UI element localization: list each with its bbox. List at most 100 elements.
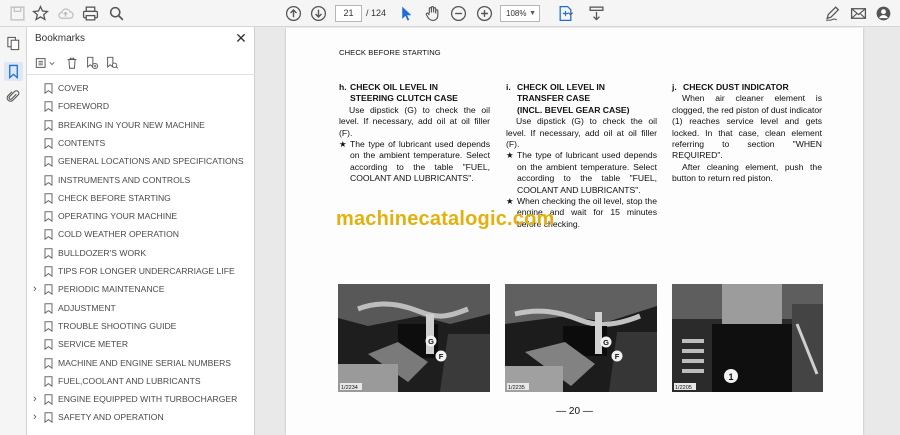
bookmark-flag-icon bbox=[44, 412, 53, 424]
chevron-right-icon[interactable]: › bbox=[33, 394, 41, 405]
delete-bookmark-button[interactable] bbox=[65, 55, 79, 71]
section-subtitle: TRANSFER CASE bbox=[517, 93, 591, 104]
cloud-upload-icon[interactable] bbox=[55, 3, 76, 24]
bookmark-item[interactable]: FUEL,COOLANT AND LUBRICANTS bbox=[27, 372, 255, 390]
scroll-mode-icon[interactable] bbox=[586, 3, 607, 24]
edit-sign-icon[interactable] bbox=[822, 3, 843, 24]
chevron-down-icon bbox=[49, 61, 55, 66]
chevron-down-icon[interactable] bbox=[566, 3, 574, 24]
bookmark-label: SERVICE METER bbox=[58, 339, 129, 350]
bookmark-item[interactable]: MACHINE AND ENGINE SERIAL NUMBERS bbox=[27, 354, 255, 372]
watermark-text: machinecatalogic.com bbox=[336, 208, 555, 230]
bookmark-item[interactable]: TROUBLE SHOOTING GUIDE bbox=[27, 317, 255, 335]
search-icon[interactable] bbox=[106, 3, 127, 24]
page-number-input[interactable]: 21 bbox=[335, 5, 362, 22]
bookmark-item[interactable]: › ENGINE EQUIPPED WITH TURBOCHARGER bbox=[27, 390, 255, 408]
bookmark-item[interactable]: SERVICE METER bbox=[27, 335, 255, 353]
bookmark-flag-icon bbox=[44, 357, 53, 369]
zoom-level-select[interactable]: 108% ▼ bbox=[500, 5, 540, 22]
bookmark-item[interactable]: GENERAL LOCATIONS AND SPECIFICATIONS bbox=[27, 152, 255, 170]
zoom-out-icon[interactable] bbox=[448, 3, 469, 24]
mail-icon[interactable] bbox=[848, 3, 869, 24]
page-total: / 124 bbox=[366, 8, 387, 18]
note-text: The type of lubricant used depends on th… bbox=[517, 150, 657, 195]
bookmark-label: INSTRUMENTS AND CONTROLS bbox=[58, 174, 191, 185]
bookmark-item[interactable]: BULLDOZER'S WORK bbox=[27, 244, 255, 262]
chevron-right-icon[interactable]: › bbox=[33, 412, 41, 423]
bookmark-item[interactable]: BREAKING IN YOUR NEW MACHINE bbox=[27, 116, 255, 134]
bookmark-item[interactable]: CHECK BEFORE STARTING bbox=[27, 189, 255, 207]
bookmark-flag-icon bbox=[44, 229, 53, 241]
bookmark-flag-icon bbox=[44, 302, 53, 314]
print-icon[interactable] bbox=[80, 3, 101, 24]
account-icon[interactable] bbox=[873, 3, 894, 24]
chevron-right-icon[interactable]: › bbox=[33, 284, 41, 295]
chevron-down-icon: ▼ bbox=[529, 10, 536, 17]
bookmark-flag-icon bbox=[44, 193, 53, 204]
pdf-page: CHECK BEFORE STARTING h. CHECK OIL LEVEL … bbox=[286, 28, 863, 435]
bookmark-item[interactable]: FOREWORD bbox=[27, 97, 255, 115]
bookmark-label: TIPS FOR LONGER UNDERCARRIAGE LIFE bbox=[58, 266, 235, 276]
callout-label: F bbox=[439, 352, 444, 361]
photo-steering-clutch-case: G F 1/2234 bbox=[338, 284, 490, 392]
bookmark-label: FUEL,COOLANT AND LUBRICANTS bbox=[58, 375, 201, 386]
bookmark-flag-icon bbox=[44, 394, 53, 406]
bookmark-flag-icon bbox=[44, 321, 53, 332]
bookmark-label: GENERAL LOCATIONS AND SPECIFICATIONS bbox=[58, 156, 244, 167]
bookmark-flag-icon bbox=[44, 247, 53, 259]
bookmark-flag-icon bbox=[44, 101, 53, 113]
bookmark-item[interactable]: TIPS FOR LONGER UNDERCARRIAGE LIFE bbox=[27, 262, 255, 280]
bookmark-flag-icon bbox=[44, 266, 53, 277]
bookmark-label: CONTENTS bbox=[58, 137, 106, 148]
bookmarks-panel: Bookmarks ✕ COVER FOREWORD BREAKING IN YOU… bbox=[27, 27, 255, 435]
bookmark-label: PERIODIC MAINTENANCE bbox=[58, 284, 165, 295]
page-thumbnails-icon[interactable] bbox=[4, 34, 23, 53]
bookmark-flag-icon bbox=[44, 119, 53, 131]
trash-icon bbox=[67, 57, 77, 69]
zoom-in-icon[interactable] bbox=[474, 3, 495, 24]
bookmark-item[interactable]: ADJUSTMENT bbox=[27, 299, 255, 317]
bookmark-label: COVER bbox=[58, 83, 89, 93]
section-j: j. CHECK DUST INDICATOR When air cleaner … bbox=[672, 82, 822, 185]
bookmark-label: COLD WEATHER OPERATION bbox=[58, 229, 179, 240]
previous-page-icon[interactable] bbox=[283, 3, 304, 24]
callout-label: G bbox=[603, 338, 609, 347]
bookmark-label: ENGINE EQUIPPED WITH TURBOCHARGER bbox=[58, 394, 238, 405]
section-title: CHECK OIL LEVEL IN bbox=[517, 82, 606, 92]
bookmark-item[interactable]: OPERATING YOUR MACHINE bbox=[27, 207, 255, 225]
bookmark-item[interactable]: COVER bbox=[27, 79, 255, 97]
navigation-rail bbox=[0, 27, 27, 435]
bookmark-item[interactable]: INSTRUMENTS AND CONTROLS bbox=[27, 171, 255, 189]
hand-tool-icon[interactable] bbox=[422, 3, 443, 24]
bookmark-item[interactable]: › PERIODIC MAINTENANCE bbox=[27, 280, 255, 298]
options-menu-button[interactable] bbox=[35, 55, 55, 71]
section-subtitle-2: (INCL. BEVEL GEAR CASE) bbox=[517, 104, 630, 115]
section-header: CHECK BEFORE STARTING bbox=[339, 48, 441, 57]
star-bookmark-icon[interactable] bbox=[30, 3, 51, 24]
find-bookmark-button[interactable] bbox=[105, 55, 119, 71]
close-panel-button[interactable]: ✕ bbox=[233, 30, 249, 46]
star-bullet-icon: ★ bbox=[339, 139, 347, 150]
attachments-icon[interactable] bbox=[4, 87, 23, 106]
bookmark-flag-icon bbox=[44, 211, 53, 223]
new-bookmark-button[interactable] bbox=[85, 55, 99, 71]
star-bullet-icon: ★ bbox=[506, 150, 514, 161]
callout-label: 1 bbox=[728, 372, 733, 382]
section-letter: h. bbox=[339, 82, 347, 92]
note-text: The type of lubricant used depends on th… bbox=[350, 139, 490, 184]
select-cursor-icon[interactable] bbox=[396, 3, 417, 24]
next-page-icon[interactable] bbox=[308, 3, 329, 24]
bookmark-item[interactable]: › SAFETY AND OPERATION bbox=[27, 408, 255, 426]
bookmark-flag-icon bbox=[44, 83, 53, 94]
bookmark-flag-icon bbox=[44, 284, 53, 296]
bookmarks-panel-icon[interactable] bbox=[4, 62, 23, 81]
paragraph: After cleaning element, push the button … bbox=[672, 161, 822, 184]
paragraph: When air cleaner element is clogged, the… bbox=[672, 93, 823, 161]
photo-code: 1/2205 bbox=[675, 385, 692, 391]
save-icon[interactable] bbox=[7, 3, 28, 24]
list-options-icon bbox=[35, 58, 46, 68]
document-view[interactable]: CHECK BEFORE STARTING h. CHECK OIL LEVEL … bbox=[256, 28, 900, 435]
paragraph: Use dipstick (G) to check the oil level.… bbox=[339, 104, 490, 138]
bookmark-item[interactable]: CONTENTS bbox=[27, 134, 255, 152]
bookmark-item[interactable]: COLD WEATHER OPERATION bbox=[27, 225, 255, 243]
